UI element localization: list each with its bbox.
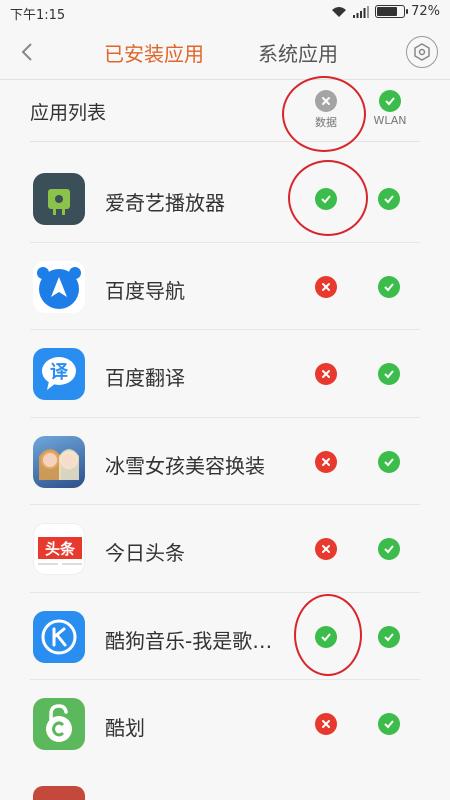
iqiyi-app-icon [33, 173, 85, 225]
nav-bar: 已安装应用 系统应用 [0, 24, 450, 80]
app-name: 百度导航 [105, 278, 185, 303]
data-toggle[interactable] [315, 713, 337, 735]
app-name: 爱奇艺播放器 [105, 191, 225, 215]
wlan-toggle[interactable] [378, 450, 400, 473]
network-settings-icon [414, 43, 430, 61]
check-icon [384, 370, 394, 379]
wlan-toggle[interactable] [378, 275, 400, 298]
wlan-toggle[interactable] [378, 188, 400, 210]
check-icon [384, 632, 394, 641]
status-bar: 下午1:15 72% [0, 0, 450, 24]
data-toggle[interactable] [315, 188, 337, 210]
tab-system-apps[interactable]: 系统应用 [258, 38, 338, 67]
chevron-left-icon [21, 43, 32, 61]
app-name: 酷狗音乐-我是歌… [105, 628, 273, 653]
baidu-translate-app-icon: 译 [33, 348, 85, 400]
check-icon [384, 195, 394, 204]
close-icon [322, 545, 330, 553]
close-icon [322, 457, 330, 466]
settings-button[interactable] [406, 36, 438, 68]
battery-icon [375, 5, 409, 18]
column-wlan[interactable]: WLAN [360, 90, 420, 127]
check-icon [321, 195, 331, 204]
back-button[interactable] [14, 36, 42, 68]
column-wlan-label: WLAN [373, 114, 407, 127]
wlan-toggle[interactable] [378, 625, 400, 648]
check-icon [321, 632, 331, 641]
check-icon [385, 97, 395, 106]
data-toggle[interactable] [315, 538, 337, 560]
header-divider [30, 141, 420, 142]
check-icon [384, 282, 394, 291]
app-name: 冰雪女孩美容换装 [105, 453, 265, 478]
list-item[interactable]: 译 百度翻译 [30, 330, 420, 418]
app-name: 酷划 [105, 716, 145, 740]
data-all-toggle[interactable] [315, 90, 337, 112]
list-item[interactable]: 百度导航 [30, 243, 420, 330]
battery-percent: 72% [411, 4, 440, 19]
list-item[interactable]: 酷狗音乐-我是歌… [30, 593, 420, 680]
check-icon [384, 545, 394, 554]
app-list: 爱奇艺播放器 百度导航 译 百度翻译 冰雪女孩美容换装 头条 今日头条 酷狗音乐… [0, 155, 450, 768]
check-icon [384, 720, 394, 729]
close-icon [322, 720, 330, 728]
kugou-music-app-icon [33, 610, 85, 663]
wifi-icon [332, 6, 347, 17]
app-name: 今日头条 [105, 541, 185, 565]
data-toggle[interactable] [315, 625, 337, 648]
next-app-icon-partial [33, 786, 85, 800]
toutiao-app-icon: 头条 [33, 523, 85, 575]
wlan-toggle[interactable] [378, 363, 400, 385]
status-time: 下午1:15 [10, 8, 66, 23]
kuhua-app-icon [33, 698, 85, 750]
tab-installed-apps[interactable]: 已安装应用 [104, 38, 204, 67]
signal-icon [353, 5, 370, 18]
snow-girl-app-icon [33, 435, 85, 488]
list-item[interactable]: 爱奇艺播放器 [30, 155, 420, 243]
close-icon [322, 370, 330, 378]
column-data-label: 数据 [315, 116, 337, 129]
list-item[interactable]: 酷划 [30, 680, 420, 768]
wlan-all-toggle[interactable] [379, 90, 401, 112]
translate-icon-glyph: 译 [50, 362, 69, 383]
column-data[interactable]: 数据 [296, 90, 356, 130]
data-toggle[interactable] [315, 450, 337, 473]
wlan-toggle[interactable] [378, 713, 400, 735]
status-right: 72% [331, 4, 440, 19]
close-icon [322, 282, 330, 291]
check-icon [384, 457, 394, 466]
list-title: 应用列表 [30, 102, 107, 124]
data-toggle[interactable] [315, 363, 337, 385]
wlan-toggle[interactable] [378, 538, 400, 560]
app-name: 百度翻译 [105, 366, 185, 390]
baidu-navigation-app-icon [33, 260, 85, 313]
data-toggle[interactable] [315, 275, 337, 298]
list-item[interactable]: 冰雪女孩美容换装 [30, 418, 420, 505]
list-item[interactable]: 头条 今日头条 [30, 505, 420, 593]
close-icon [322, 97, 330, 105]
list-header: 应用列表 数据 WLAN [0, 80, 450, 142]
toutiao-icon-glyph: 头条 [45, 540, 76, 558]
